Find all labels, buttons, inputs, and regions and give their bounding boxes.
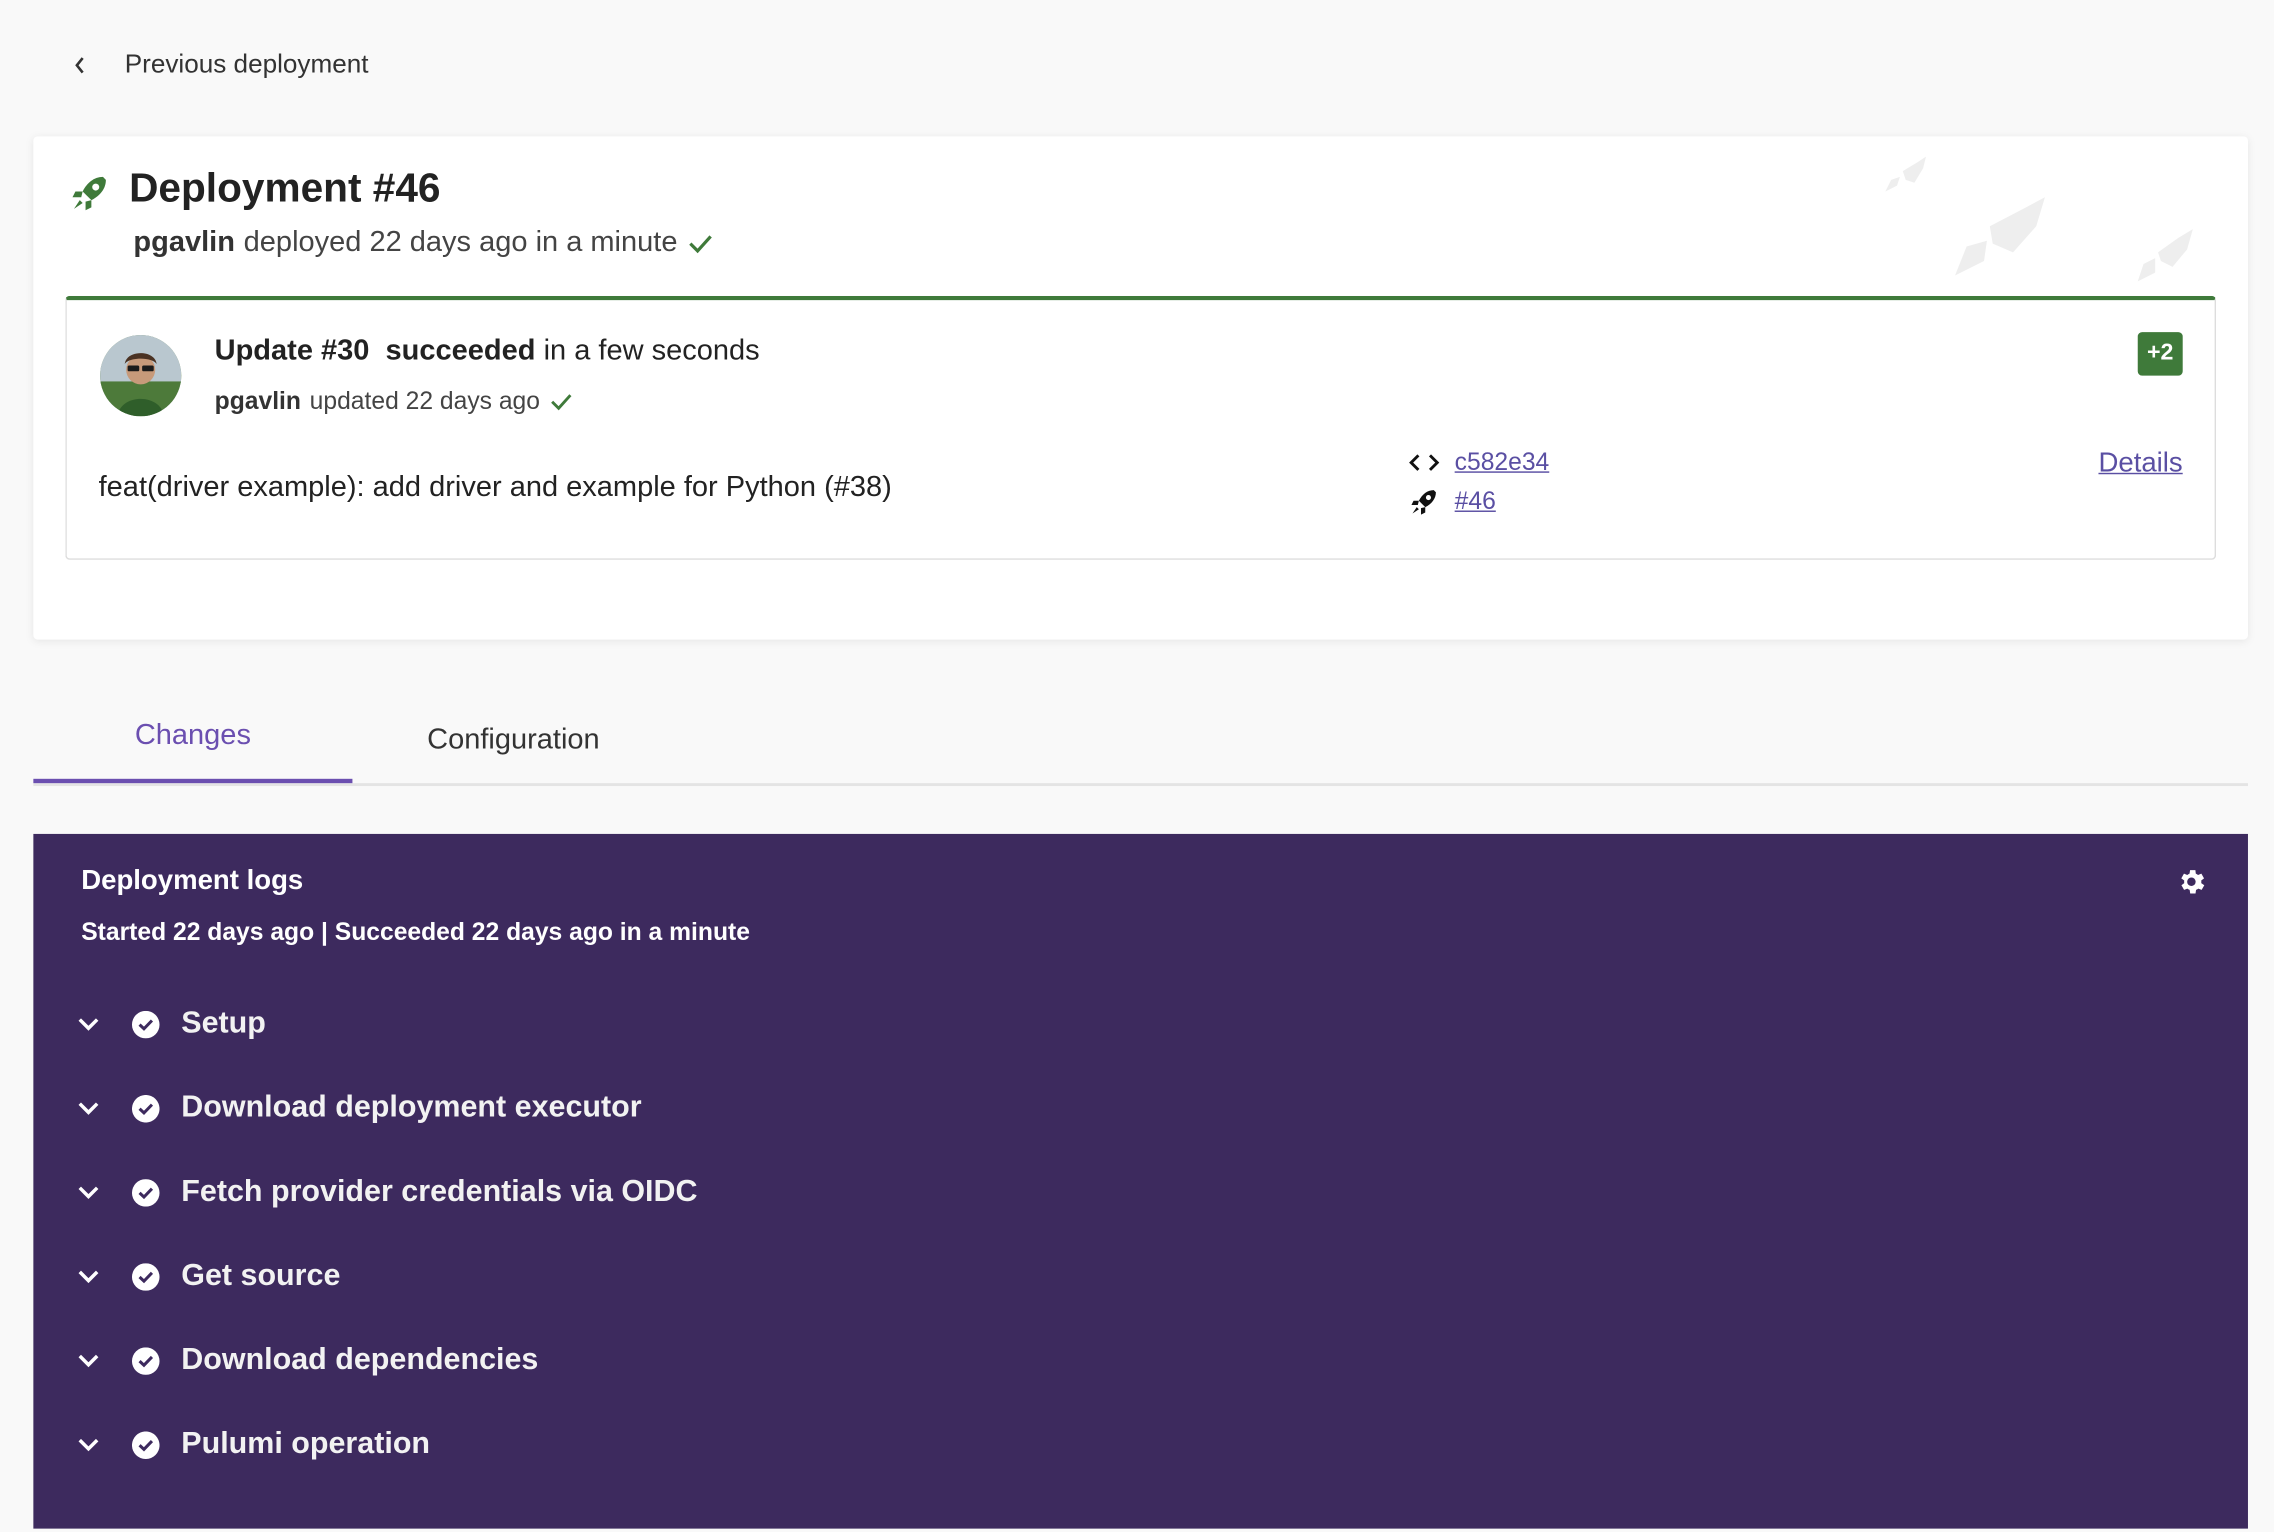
deployment-ref: #46: [1408, 486, 1549, 518]
chevron-left-icon: [67, 51, 93, 77]
deployment-summary: pgavlin deployed 22 days ago in a minute: [133, 226, 715, 259]
rocket-watermark-icon: [1885, 156, 2193, 282]
log-step[interactable]: Pulumi operation: [77, 1402, 698, 1486]
check-circle-icon: [131, 1346, 160, 1375]
resource-count-badge[interactable]: +2: [2137, 332, 2183, 376]
logs-title: Deployment logs: [81, 865, 304, 897]
deployment-ref-link[interactable]: #46: [1455, 487, 1496, 516]
deployment-page: Previous deployment Deployment #46 pgavl…: [0, 0, 2274, 1529]
rocket-icon: [72, 176, 106, 211]
rocket-icon: [1411, 490, 1436, 515]
log-step[interactable]: Setup: [77, 982, 698, 1066]
update-number[interactable]: Update #30: [215, 335, 370, 367]
check-circle-icon: [131, 1262, 160, 1291]
chevron-down-icon[interactable]: [77, 1263, 103, 1289]
gear-icon[interactable]: [2175, 866, 2207, 898]
log-step[interactable]: Download dependencies: [77, 1318, 698, 1402]
chevron-down-icon[interactable]: [77, 1179, 103, 1205]
deployment-logs-panel: Deployment logs Started 22 days ago | Su…: [33, 833, 2248, 1529]
deployment-user[interactable]: pgavlin: [133, 226, 235, 259]
deployment-title: Deployment #46: [129, 165, 441, 211]
update-card: Update #30 succeeded in a few seconds pg…: [65, 295, 2217, 560]
log-step-label: Fetch provider credentials via OIDC: [181, 1174, 698, 1209]
log-step[interactable]: Download deployment executor: [77, 1066, 698, 1150]
log-step-label: Pulumi operation: [181, 1427, 431, 1461]
chevron-down-icon[interactable]: [77, 1011, 103, 1037]
log-steps: Setup Download deployment executor Fetch…: [77, 982, 698, 1487]
chevron-down-icon[interactable]: [77, 1431, 103, 1457]
chevron-down-icon[interactable]: [77, 1347, 103, 1373]
tab-configuration[interactable]: Configuration: [354, 693, 673, 786]
previous-deployment-link[interactable]: Previous deployment: [67, 49, 369, 79]
check-circle-icon: [131, 1430, 160, 1459]
commit-sha-link[interactable]: c582e34: [1455, 448, 1550, 477]
log-step-label: Download dependencies: [181, 1342, 539, 1377]
code-icon: [1409, 454, 1440, 471]
update-user[interactable]: pgavlin: [215, 387, 301, 416]
log-step[interactable]: Fetch provider credentials via OIDC: [77, 1150, 698, 1234]
log-step[interactable]: Get source: [77, 1234, 698, 1318]
check-icon: [689, 234, 713, 253]
update-references: c582e34 #46: [1408, 448, 1549, 518]
deployment-card: Deployment #46 pgavlin deployed 22 days …: [33, 136, 2248, 640]
chevron-down-icon[interactable]: [77, 1095, 103, 1121]
check-circle-icon: [131, 1010, 160, 1038]
log-step-label: Get source: [181, 1258, 341, 1293]
logs-subtitle: Started 22 days ago | Succeeded 22 days …: [81, 918, 750, 946]
deployment-summary-text: deployed 22 days ago in a minute: [243, 226, 678, 259]
update-summary: pgavlin updated 22 days ago: [215, 387, 575, 416]
log-step-label: Download deployment executor: [181, 1090, 642, 1124]
commit-ref: c582e34: [1408, 448, 1549, 477]
update-duration: in a few seconds: [543, 335, 760, 367]
avatar: [100, 335, 182, 417]
tab-changes[interactable]: Changes: [33, 693, 353, 784]
check-icon: [551, 394, 572, 411]
update-title: Update #30 succeeded in a few seconds: [215, 335, 760, 368]
update-status: succeeded: [385, 335, 536, 367]
update-summary-text: updated 22 days ago: [309, 387, 540, 415]
check-circle-icon: [131, 1178, 160, 1206]
check-circle-icon: [131, 1094, 160, 1122]
tab-bar: Changes Configuration: [33, 693, 2248, 787]
details-link[interactable]: Details: [2098, 448, 2182, 480]
log-step-label: Setup: [181, 1006, 266, 1040]
commit-message: feat(driver example): add driver and exa…: [98, 471, 892, 504]
previous-deployment-label: Previous deployment: [124, 49, 369, 79]
